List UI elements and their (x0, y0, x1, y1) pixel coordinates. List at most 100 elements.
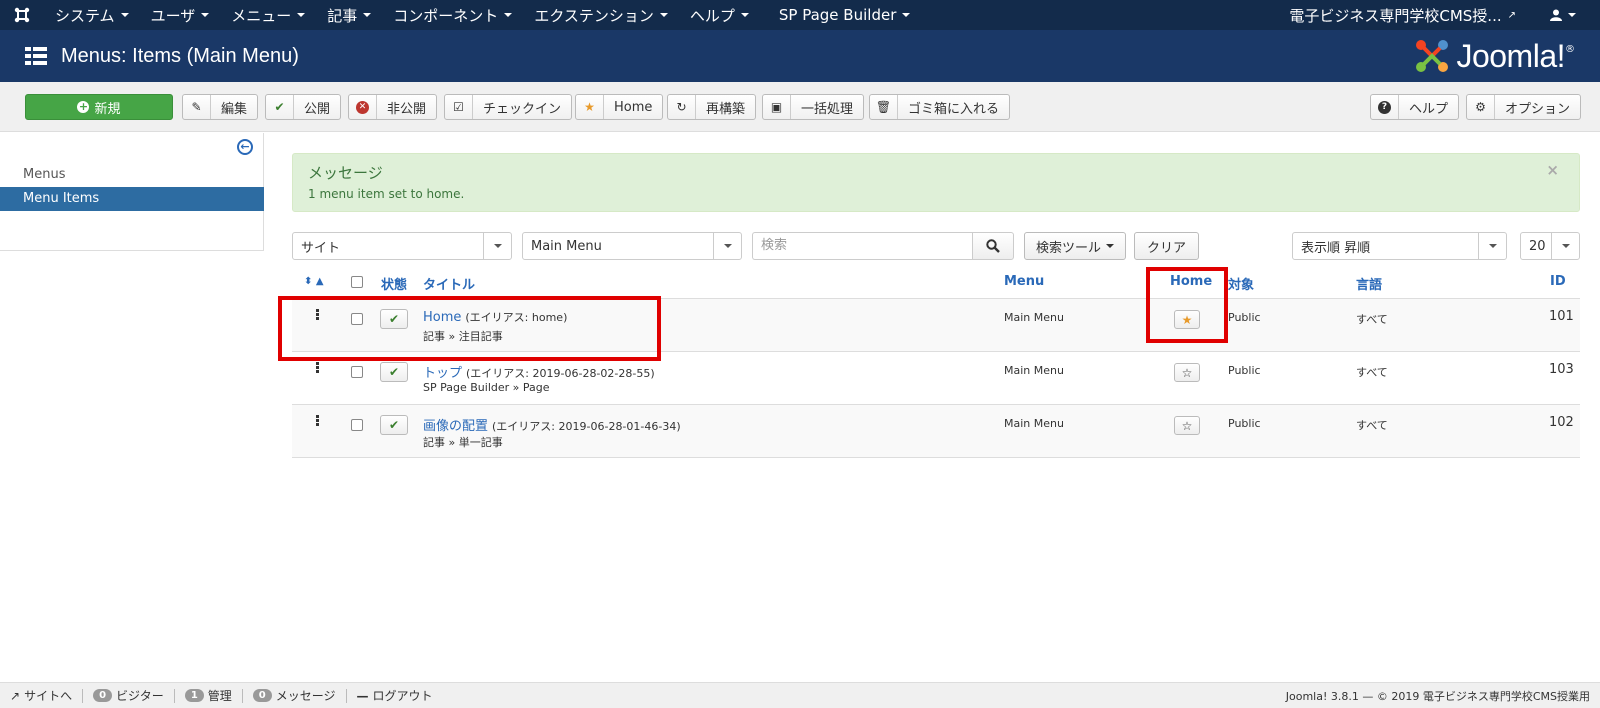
top-navbar: システム ユーザ メニュー 記事 コンポーネント エクステンション ヘルプ SP… (0, 0, 1600, 30)
menu-content[interactable]: 記事 (316, 0, 382, 30)
search-tools-button[interactable]: 検索ツール (1024, 232, 1126, 260)
options-button[interactable]: ⚙ オプション (1466, 94, 1582, 120)
admins-status[interactable]: 1 管理 (175, 688, 243, 703)
sidebar-item-menu-items[interactable]: Menu Items (0, 187, 264, 211)
trash-icon: 🗑 (870, 95, 898, 119)
highlight-home-column-box (1146, 267, 1228, 343)
view-site-link[interactable]: ↗ サイトへ (0, 688, 84, 703)
item-access: Public (1228, 364, 1261, 377)
sidebar-item-menus[interactable]: Menus (0, 163, 264, 187)
chevron-down-icon (1478, 233, 1506, 259)
chevron-down-icon (713, 233, 741, 259)
item-id: 101 (1549, 309, 1574, 324)
check-icon: ✔ (266, 95, 294, 119)
user-icon (1550, 9, 1562, 21)
caret-down-icon (363, 13, 372, 17)
menu-header[interactable]: Menu (1004, 274, 1044, 289)
item-id: 103 (1549, 362, 1574, 377)
item-type: SP Page Builder » Page (423, 381, 550, 394)
item-menu: Main Menu (1004, 417, 1064, 430)
published-toggle[interactable]: ✔ (380, 415, 408, 435)
limit-select[interactable]: 20 (1520, 232, 1580, 260)
question-icon: ? (1371, 95, 1399, 119)
close-icon[interactable]: × (1546, 161, 1559, 179)
home-button[interactable]: ★ Home (575, 94, 664, 120)
minus-icon: — (356, 688, 369, 703)
success-message: メッセージ 1 menu item set to home. × (292, 153, 1580, 212)
menu-system[interactable]: システム (44, 0, 140, 30)
clear-button[interactable]: クリア (1134, 232, 1199, 260)
visitors-status[interactable]: 0 ビジター (83, 688, 175, 703)
sidebar: ← Menus Menu Items (0, 133, 264, 251)
caret-down-icon (120, 13, 129, 17)
caret-down-icon (1106, 244, 1114, 248)
row-checkbox[interactable] (351, 419, 363, 431)
admin-menu: システム ユーザ メニュー 記事 コンポーネント エクステンション ヘルプ SP… (44, 0, 921, 30)
language-header[interactable]: 言語 (1356, 274, 1382, 293)
site-link[interactable]: 電子ビジネス専門学校CMS授... ↗ (1289, 5, 1534, 26)
rebuild-button[interactable]: ↻ 再構築 (667, 94, 757, 120)
edit-icon: ✎ (183, 95, 211, 119)
menu-menus[interactable]: メニュー (220, 0, 316, 30)
gear-icon: ⚙ (1467, 95, 1495, 119)
item-access: Public (1228, 311, 1261, 324)
table-row: ✔ 画像の配置 (エイリアス: 2019-06-28-01-46-34) 記事 »… (292, 405, 1580, 458)
menu-select[interactable]: Main Menu (522, 232, 742, 260)
item-title-cell: 画像の配置 (エイリアス: 2019-06-28-01-46-34) (423, 419, 681, 434)
trash-button[interactable]: 🗑 ゴミ箱に入れる (869, 94, 1011, 120)
client-select[interactable]: サイト (292, 232, 512, 260)
joomla-brand-icon (1416, 40, 1449, 72)
search-button[interactable] (972, 232, 1014, 260)
select-all-checkbox[interactable] (351, 276, 363, 288)
menu-sp-page-builder[interactable]: SP Page Builder (768, 0, 921, 30)
access-header[interactable]: 対象 (1228, 274, 1254, 293)
status-header[interactable]: 状態 (381, 274, 407, 293)
menu-users[interactable]: ユーザ (140, 0, 221, 30)
search-input[interactable]: 検索 (752, 232, 972, 260)
list-icon (25, 47, 47, 65)
item-language: すべて (1356, 313, 1388, 326)
checkin-button[interactable]: ☑ チェックイン (444, 94, 573, 120)
sidebar-toggle-icon[interactable]: ← (237, 139, 253, 155)
messages-status[interactable]: 0 メッセージ (243, 688, 347, 703)
item-type: 記事 » 単一記事 (423, 436, 503, 449)
item-title-link[interactable]: 画像の配置 (423, 419, 488, 434)
home-star-outline-icon[interactable]: ☆ (1174, 363, 1200, 382)
caret-down-icon (902, 13, 911, 17)
help-button[interactable]: ? ヘルプ (1370, 94, 1460, 120)
id-header[interactable]: ID (1550, 274, 1566, 289)
new-button[interactable]: + 新規 (25, 94, 173, 120)
menu-help[interactable]: ヘルプ (679, 0, 760, 30)
published-toggle[interactable]: ✔ (380, 362, 408, 382)
table-header: ⬍ ▲ 状態 タイトル Menu Home 対象 言語 ID (292, 265, 1580, 299)
message-title: メッセージ (308, 164, 383, 182)
chevron-down-icon (483, 233, 511, 259)
search-icon (986, 239, 1000, 253)
page-header: Menus: Items (Main Menu) Joomla! ® (0, 30, 1600, 82)
star-icon: ★ (576, 95, 604, 119)
checkbox-icon: ☑ (445, 95, 473, 119)
external-link-icon: ↗ (1507, 9, 1516, 21)
message-text: 1 menu item set to home. (308, 187, 465, 201)
joomla-icon[interactable] (0, 0, 44, 30)
batch-button[interactable]: ▣ 一括処理 (762, 94, 865, 120)
status-footer: ↗ サイトへ 0 ビジター 1 管理 0 メッセージ — ログアウト Joomla! 3.… (0, 682, 1600, 708)
ordering-select[interactable]: 表示順 昇順 (1292, 232, 1507, 260)
item-title-link[interactable]: トップ (423, 366, 462, 381)
highlight-home-row-box (278, 296, 661, 361)
row-checkbox[interactable] (351, 366, 363, 378)
user-menu[interactable] (1534, 9, 1600, 21)
title-header[interactable]: タイトル (423, 274, 475, 293)
caret-down-icon (504, 13, 513, 17)
sort-ordering-header[interactable]: ⬍ ▲ (304, 276, 324, 287)
menu-components[interactable]: コンポーネント (382, 0, 523, 30)
publish-button[interactable]: ✔ 公開 (265, 94, 342, 120)
edit-button[interactable]: ✎ 編集 (182, 94, 259, 120)
logout-link[interactable]: — ログアウト (347, 688, 443, 704)
menu-extensions[interactable]: エクステンション (523, 0, 679, 30)
drag-handle-icon[interactable] (316, 415, 319, 426)
unpublish-button[interactable]: ✕ 非公開 (348, 94, 438, 120)
home-star-outline-icon[interactable]: ☆ (1174, 416, 1200, 435)
drag-handle-icon[interactable] (316, 362, 319, 373)
joomla-logo: Joomla! ® (1414, 38, 1575, 75)
